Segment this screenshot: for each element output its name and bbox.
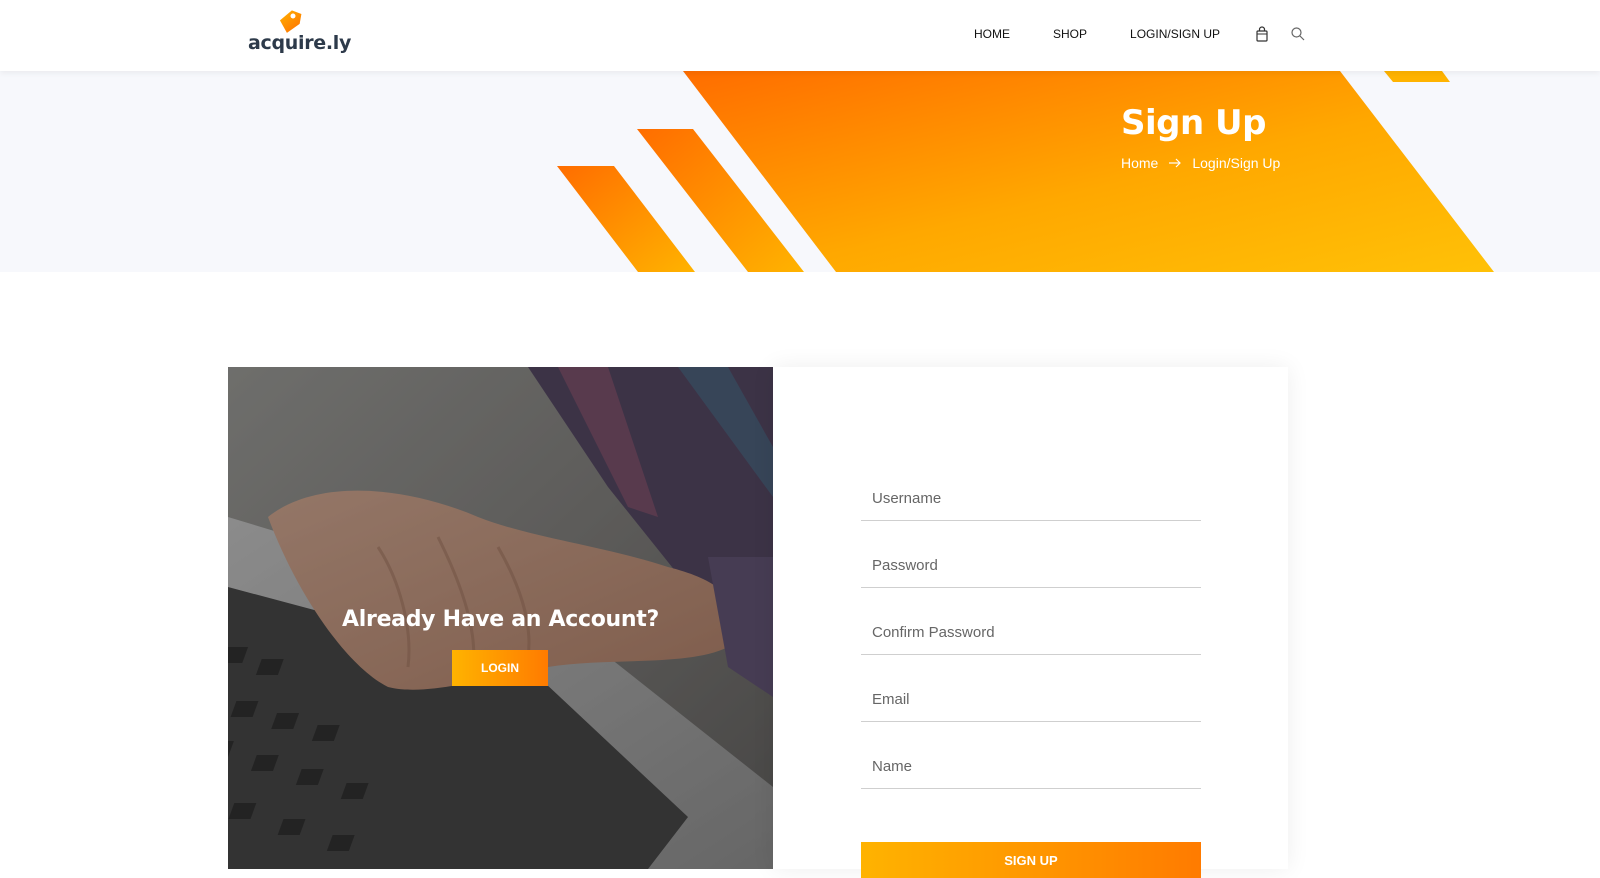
- nav-home[interactable]: HOME: [974, 27, 1010, 41]
- main-nav: HOME SHOP LOGIN/SIGN UP: [974, 24, 1326, 44]
- password-field[interactable]: [861, 543, 1201, 587]
- nav-shop[interactable]: SHOP: [1053, 27, 1087, 41]
- username-field-wrapper: [861, 476, 1201, 521]
- login-promo-panel: Already Have an Account? LOGIN: [228, 367, 773, 869]
- site-header: acquire.ly HOME SHOP LOGIN/SIGN UP: [0, 0, 1600, 71]
- nav-login-signup[interactable]: LOGIN/SIGN UP: [1130, 27, 1220, 41]
- page-hero: Sign Up Home Login/Sign Up: [0, 71, 1600, 272]
- logo[interactable]: acquire.ly: [248, 8, 352, 58]
- breadcrumb-current: Login/Sign Up: [1192, 155, 1281, 171]
- confirm-password-field-wrapper: [861, 610, 1201, 655]
- name-field[interactable]: [861, 744, 1201, 788]
- search-icon[interactable]: [1290, 26, 1306, 42]
- breadcrumb-home[interactable]: Home: [1121, 155, 1158, 171]
- breadcrumb: Home Login/Sign Up: [1121, 155, 1280, 171]
- arrow-right-icon: [1168, 156, 1182, 170]
- shopping-bag-icon[interactable]: [1254, 26, 1270, 42]
- username-field[interactable]: [861, 476, 1201, 520]
- login-button[interactable]: LOGIN: [452, 650, 548, 686]
- signup-form-panel: SIGN UP: [773, 367, 1288, 878]
- password-field-wrapper: [861, 543, 1201, 588]
- email-field-wrapper: [861, 677, 1201, 722]
- hero-decorative-shapes: [557, 71, 1494, 272]
- name-field-wrapper: [861, 744, 1201, 789]
- signup-button[interactable]: SIGN UP: [861, 842, 1201, 878]
- logo-text: acquire.ly: [248, 32, 352, 54]
- confirm-password-field[interactable]: [861, 610, 1201, 654]
- login-promo-heading: Already Have an Account?: [342, 607, 659, 632]
- page-title: Sign Up: [1121, 103, 1266, 143]
- logo-tag-icon: [279, 10, 302, 33]
- email-field[interactable]: [861, 677, 1201, 721]
